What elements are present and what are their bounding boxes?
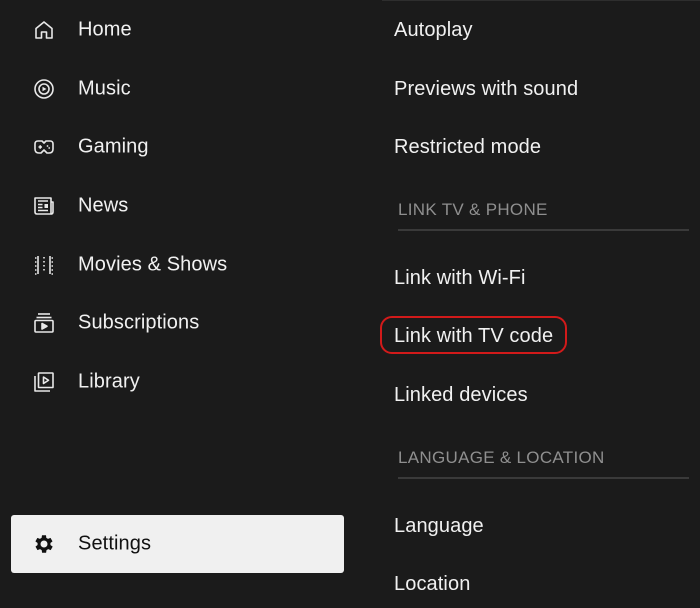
top-divider — [382, 0, 700, 1]
gear-icon — [32, 532, 56, 556]
sidebar-item-label: Home — [78, 18, 132, 41]
section-divider — [398, 229, 689, 231]
settings-item-linked-devices[interactable]: Linked devices — [394, 383, 528, 407]
sidebar-nav: Home Music Gaming News Movies & Shows Su… — [0, 0, 352, 608]
library-icon — [32, 370, 56, 394]
sidebar-item-label: Gaming — [78, 135, 149, 158]
settings-item-language[interactable]: Language — [394, 514, 484, 538]
sidebar-item-home[interactable]: Home — [0, 10, 340, 50]
sidebar-item-label: Settings — [78, 532, 152, 555]
sidebar-item-label: Subscriptions — [78, 311, 200, 334]
sidebar-item-subscriptions[interactable]: Subscriptions — [0, 303, 340, 343]
music-icon — [32, 77, 56, 101]
sidebar-item-music[interactable]: Music — [0, 69, 340, 109]
sidebar-item-gaming[interactable]: Gaming — [0, 127, 340, 167]
sidebar-item-news[interactable]: News — [0, 186, 340, 226]
subscriptions-icon — [32, 311, 56, 335]
film-icon — [32, 253, 56, 277]
home-icon — [32, 18, 56, 42]
sidebar-item-label: News — [78, 194, 129, 217]
settings-item-location[interactable]: Location — [394, 572, 470, 596]
sidebar-item-label: Library — [78, 370, 140, 393]
news-icon — [32, 194, 56, 218]
settings-item-link-with-tv-code[interactable]: Link with TV code — [394, 324, 553, 348]
settings-item-autoplay[interactable]: Autoplay — [394, 18, 473, 42]
section-divider — [398, 477, 689, 479]
sidebar-item-library[interactable]: Library — [0, 362, 340, 402]
sidebar-item-settings[interactable]: Settings — [11, 515, 344, 573]
section-header-link-tv-phone: LINK TV & PHONE — [398, 200, 548, 219]
section-header-language-location: LANGUAGE & LOCATION — [398, 448, 605, 467]
settings-item-link-with-wifi[interactable]: Link with Wi-Fi — [394, 266, 526, 290]
settings-item-previews-with-sound[interactable]: Previews with sound — [394, 77, 578, 101]
settings-item-restricted-mode[interactable]: Restricted mode — [394, 135, 541, 159]
sidebar-item-label: Movies & Shows — [78, 253, 228, 276]
tv-app-screen: Home Music Gaming News Movies & Shows Su… — [0, 0, 700, 608]
gaming-icon — [32, 135, 56, 159]
settings-panel: Autoplay Previews with sound Restricted … — [352, 0, 700, 608]
sidebar-item-movies-shows[interactable]: Movies & Shows — [0, 245, 340, 285]
sidebar-item-label: Music — [78, 77, 131, 100]
